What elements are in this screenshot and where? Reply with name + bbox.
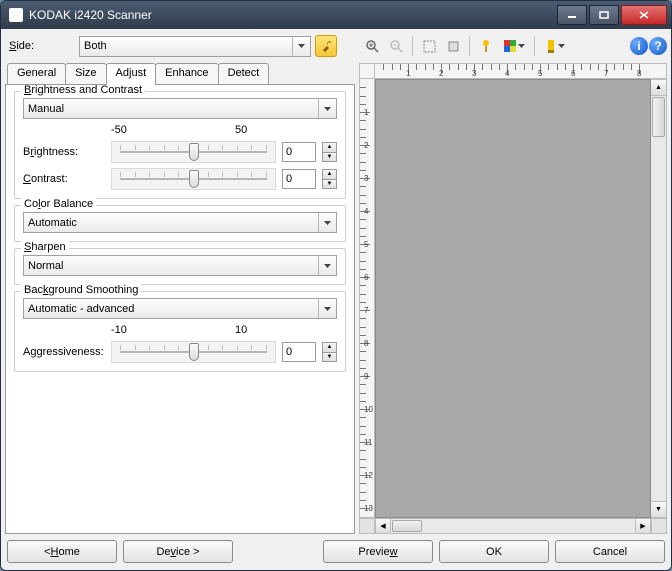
app-icon: [9, 8, 23, 22]
brightness-label: Brightness:: [23, 146, 105, 158]
side-label: Side:: [5, 40, 75, 52]
side-value: Both: [84, 40, 107, 52]
select-icon: [447, 40, 460, 53]
wrench-icon: [320, 40, 333, 53]
contrast-value[interactable]: 0: [282, 169, 316, 189]
horizontal-scrollbar[interactable]: ◀ ▶: [359, 518, 667, 534]
group-title: Color Balance: [21, 198, 96, 210]
bc-mode-value: Manual: [28, 103, 64, 115]
preview-toolbar: [361, 35, 570, 57]
chevron-down-icon: [318, 213, 336, 232]
color-dropdown-button[interactable]: [499, 35, 529, 57]
group-title: Sharpen: [21, 241, 69, 253]
chevron-down-icon: [318, 299, 336, 318]
brightness-spinner[interactable]: ▲▼: [322, 142, 337, 162]
tab-enhance[interactable]: Enhance: [155, 63, 218, 85]
titlebar: KODAK i2420 Scanner: [1, 1, 671, 29]
bg-mode-combo[interactable]: Automatic - advanced: [23, 298, 337, 319]
chevron-down-icon: [292, 37, 310, 56]
bg-range-labels: -1010: [23, 324, 337, 336]
scroll-down-button[interactable]: ▼: [651, 501, 666, 517]
info-button[interactable]: i: [630, 37, 648, 55]
color-icon: [504, 40, 516, 52]
pin-button[interactable]: [475, 35, 497, 57]
group-title: Background Smoothing: [21, 284, 141, 296]
settings-tab-panel: General Size Adjust Enhance Detect Brigh…: [5, 63, 355, 534]
group-sharpen: Sharpen Normal: [14, 248, 346, 285]
aggressiveness-slider[interactable]: [111, 341, 276, 363]
preview-button[interactable]: Preview: [323, 540, 433, 563]
tab-strip: General Size Adjust Enhance Detect: [5, 63, 355, 85]
sharpen-combo[interactable]: Normal: [23, 255, 337, 276]
aggressiveness-spinner[interactable]: ▲▼: [322, 342, 337, 362]
sharpen-value: Normal: [28, 260, 63, 272]
group-color-balance: Color Balance Automatic: [14, 205, 346, 242]
aggressiveness-value[interactable]: 0: [282, 342, 316, 362]
device-button[interactable]: Device >: [123, 540, 233, 563]
tab-size[interactable]: Size: [65, 63, 106, 85]
bc-range-labels: -5050: [23, 124, 337, 136]
contrast-slider[interactable]: [111, 168, 276, 190]
home-button[interactable]: < Home: [7, 540, 117, 563]
scroll-left-button[interactable]: ◀: [375, 518, 391, 534]
highlight-dropdown-button[interactable]: [540, 35, 570, 57]
middle-row: General Size Adjust Enhance Detect Brigh…: [5, 63, 667, 534]
color-balance-combo[interactable]: Automatic: [23, 212, 337, 233]
scroll-up-button[interactable]: ▲: [651, 80, 666, 96]
button-row: < Home Device > Preview OK Cancel: [5, 538, 667, 566]
scroll-thumb[interactable]: [652, 97, 665, 137]
ruler-bottom-corner: [359, 518, 375, 534]
bc-mode-combo[interactable]: Manual: [23, 98, 337, 119]
region-icon: [423, 40, 436, 53]
zoom-out-button[interactable]: [385, 35, 407, 57]
close-button[interactable]: [621, 5, 667, 25]
scroll-grip: [651, 518, 667, 534]
zoom-in-icon: [365, 39, 379, 53]
chevron-down-icon: [318, 99, 336, 118]
scroll-thumb[interactable]: [392, 520, 422, 532]
cancel-button[interactable]: Cancel: [555, 540, 665, 563]
zoom-in-button[interactable]: [361, 35, 383, 57]
tab-adjust[interactable]: Adjust: [106, 63, 157, 85]
region-button[interactable]: [418, 35, 440, 57]
ok-button[interactable]: OK: [439, 540, 549, 563]
tab-adjust-body: Brightness and Contrast Manual -5050 Bri…: [5, 84, 355, 534]
client-area: Side: Both i: [1, 29, 671, 570]
color-balance-value: Automatic: [28, 217, 77, 229]
brightness-slider[interactable]: [111, 141, 276, 163]
preview-canvas[interactable]: [375, 79, 651, 518]
highlight-icon: [546, 40, 556, 53]
contrast-spinner[interactable]: ▲▼: [322, 169, 337, 189]
zoom-out-icon: [389, 39, 403, 53]
help-button[interactable]: ?: [649, 37, 667, 55]
group-brightness-contrast: Brightness and Contrast Manual -5050 Bri…: [14, 91, 346, 199]
scroll-right-button[interactable]: ▶: [635, 518, 651, 534]
group-title: Brightness and Contrast: [21, 84, 145, 96]
preview-panel: 12345678 12345678910111213 ▲ ▼: [359, 63, 667, 534]
bg-mode-value: Automatic - advanced: [28, 303, 134, 315]
select-button[interactable]: [442, 35, 464, 57]
tab-general[interactable]: General: [7, 63, 66, 85]
ruler-vertical: 12345678910111213: [359, 79, 375, 518]
settings-button[interactable]: [315, 35, 337, 57]
contrast-label: Contrast:: [23, 173, 105, 185]
group-background-smoothing: Background Smoothing Automatic - advance…: [14, 291, 346, 372]
maximize-button[interactable]: [589, 5, 619, 25]
scanner-dialog: KODAK i2420 Scanner Side: Both: [0, 0, 672, 571]
chevron-down-icon: [318, 256, 336, 275]
aggressiveness-label: Aggressiveness:: [23, 346, 105, 358]
side-combo[interactable]: Both: [79, 36, 311, 57]
pin-icon: [480, 39, 492, 53]
tab-detect[interactable]: Detect: [218, 63, 270, 85]
window-title: KODAK i2420 Scanner: [29, 8, 549, 22]
vertical-scrollbar[interactable]: ▲ ▼: [651, 79, 667, 518]
ruler-horizontal: 12345678: [375, 63, 667, 79]
brightness-value[interactable]: 0: [282, 142, 316, 162]
minimize-button[interactable]: [557, 5, 587, 25]
ruler-corner: [359, 63, 375, 79]
top-row: Side: Both i: [5, 33, 667, 59]
